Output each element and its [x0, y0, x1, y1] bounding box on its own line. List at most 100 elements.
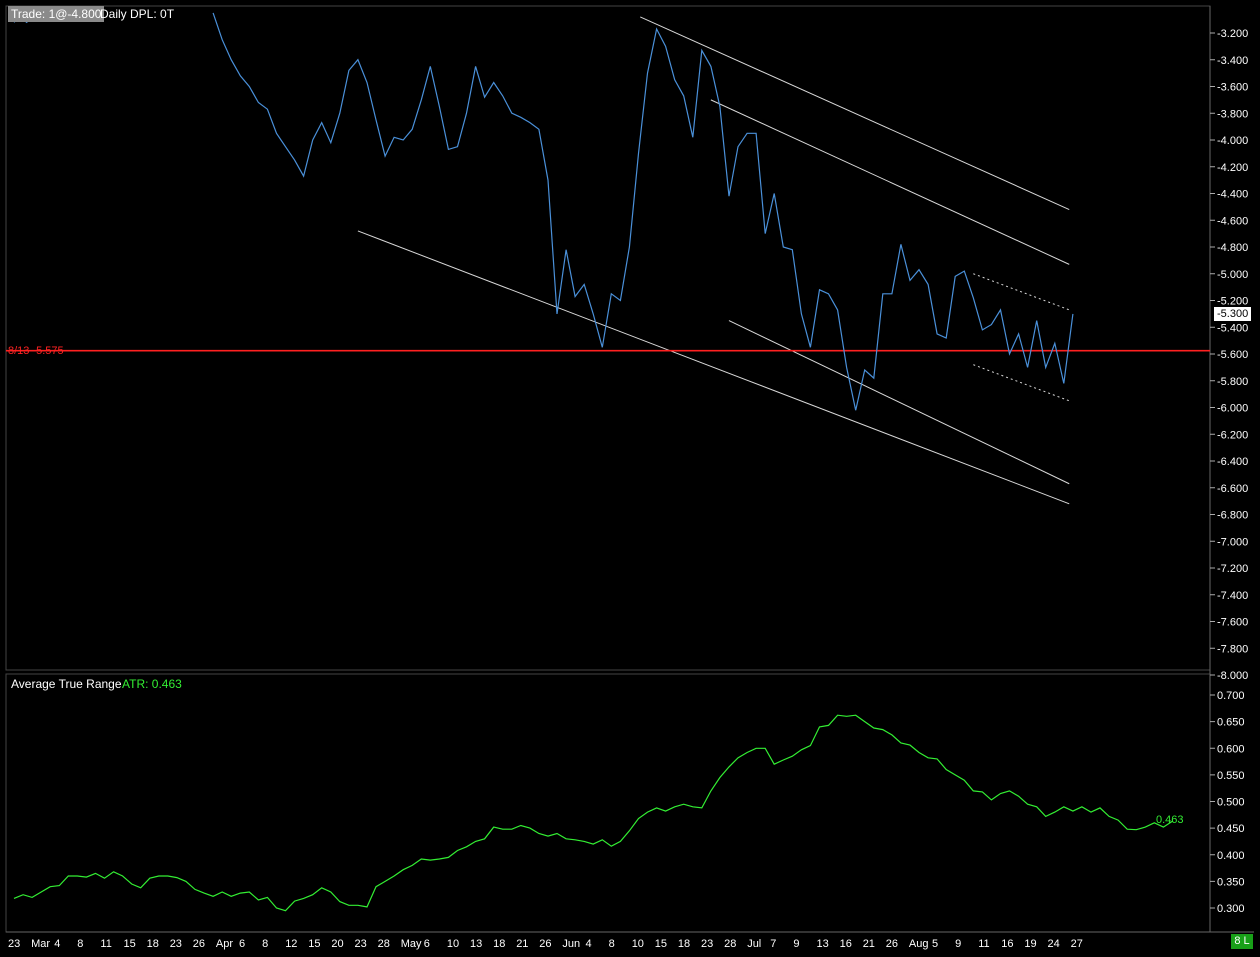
x-axis-label: Aug	[909, 938, 929, 950]
atr-last-value: 0.463	[1156, 814, 1184, 826]
x-axis-label: 27	[1071, 938, 1083, 950]
x-axis-label: 11	[100, 938, 111, 950]
x-axis-label: May	[401, 938, 422, 950]
x-axis-label: 12	[285, 938, 297, 950]
atr-line	[13, 714, 1173, 912]
trend-line	[640, 16, 1070, 211]
trend-line	[728, 320, 1070, 485]
x-axis-label: 4	[54, 938, 60, 950]
x-axis-label: 23	[355, 938, 367, 950]
price-tick-label: -7.600	[1217, 617, 1248, 629]
price-tick-label: -5.800	[1217, 376, 1248, 388]
price-tick-label: -5.400	[1217, 322, 1248, 334]
x-axis-label: 18	[493, 938, 505, 950]
x-axis-label: 8	[77, 938, 83, 950]
price-axis-ticks: -3.200 -3.400 -3.600 -3.800 -4.000 -4.200 -4.4…	[1210, 28, 1248, 682]
x-axis-label: 18	[147, 938, 159, 950]
x-axis-label: 8	[609, 938, 615, 950]
x-axis-labels: 23 Mar 4 8 11 15 18 23 26 Apr 6 8 12 15 20 23 28 May 6 10 13…	[8, 938, 1083, 950]
x-axis-label: 9	[793, 938, 799, 950]
price-tick-label: -6.800	[1217, 510, 1248, 522]
x-axis-label: 4	[586, 938, 592, 950]
x-axis-label: 6	[424, 938, 430, 950]
x-axis-label: 18	[678, 938, 690, 950]
x-axis-label: 10	[632, 938, 644, 950]
atr-indicator-title: Average True Range	[11, 677, 122, 691]
trend-line	[710, 99, 1070, 265]
x-axis-label: 28	[378, 938, 390, 950]
price-tick-label: -5.600	[1217, 349, 1248, 361]
price-tick-label: -5.200	[1217, 296, 1248, 308]
x-axis-label: 7	[770, 938, 776, 950]
price-tick-label: -6.200	[1217, 429, 1248, 441]
x-axis-label: 11	[978, 938, 989, 950]
price-tick-label: -6.600	[1217, 483, 1248, 495]
x-axis-label: 20	[331, 938, 343, 950]
atr-tick-label: 0.300	[1217, 903, 1245, 915]
chart-frame: -3.200 -3.400 -3.600 -3.800 -4.000 -4.200 -4.4…	[5, 5, 1254, 950]
x-axis-label: 16	[1001, 938, 1013, 950]
atr-tick-label: 0.600	[1217, 743, 1245, 755]
x-axis-label: 6	[239, 938, 245, 950]
x-axis-label: 26	[193, 938, 205, 950]
x-axis-label: 13	[817, 938, 829, 950]
price-tick-label: -7.800	[1217, 643, 1248, 655]
x-axis-label: 16	[840, 938, 852, 950]
atr-tick-label: 0.650	[1217, 717, 1245, 729]
x-axis-label: 15	[124, 938, 136, 950]
x-axis-label: 26	[539, 938, 551, 950]
price-tick-label: -4.800	[1217, 242, 1248, 254]
x-axis-label: 23	[8, 938, 20, 950]
price-tick-label: -3.200	[1217, 28, 1248, 40]
atr-tick-label: 0.400	[1217, 850, 1245, 862]
x-axis-label: 9	[955, 938, 961, 950]
price-tick-label: -6.000	[1217, 403, 1248, 415]
atr-series-group	[13, 714, 1173, 912]
corner-status-badge[interactable]: 8 L	[1231, 934, 1253, 949]
x-axis-label: 5	[932, 938, 938, 950]
atr-tick-label: 0.350	[1217, 876, 1245, 888]
price-tick-label: -4.200	[1217, 162, 1248, 174]
chart-header-text: Daily DPL: 0T	[100, 7, 175, 21]
price-panel-border	[5, 5, 1211, 671]
trade-badge[interactable]: Trade: 1@-4.800	[8, 6, 105, 22]
price-tick-label: -4.600	[1217, 215, 1248, 227]
x-axis-label: 24	[1048, 938, 1060, 950]
price-tick-label: -5.000	[1217, 269, 1248, 281]
price-tick-label: -7.200	[1217, 563, 1248, 575]
x-axis-label: Jul	[747, 938, 761, 950]
x-axis-label: 23	[170, 938, 182, 950]
x-axis-label: 8	[262, 938, 268, 950]
x-axis-label: Mar	[31, 938, 50, 950]
price-tick-label: -7.000	[1217, 536, 1248, 548]
price-tick-label: -6.400	[1217, 456, 1248, 468]
atr-tick-label: 0.700	[1217, 690, 1245, 702]
trend-line	[973, 273, 1070, 311]
x-axis-label: 23	[701, 938, 713, 950]
x-axis-label: 26	[886, 938, 898, 950]
price-tick-label: -8.000	[1217, 670, 1248, 682]
price-tick-label: -4.000	[1217, 135, 1248, 147]
reference-line-label: 8/13 -5.575	[8, 345, 64, 357]
atr-tick-label: 0.450	[1217, 823, 1245, 835]
atr-panel-border	[5, 673, 1211, 933]
x-axis-label: 15	[308, 938, 320, 950]
trend-line	[973, 364, 1070, 402]
x-axis-label: 10	[447, 938, 459, 950]
x-axis-label: Apr	[216, 938, 233, 950]
x-axis-label: 21	[863, 938, 875, 950]
last-price-box: -5.300	[1214, 307, 1252, 321]
price-tick-label: -3.600	[1217, 82, 1248, 94]
x-axis-label: 28	[724, 938, 736, 950]
atr-indicator-value: ATR: 0.463	[122, 677, 182, 691]
x-axis-label: 13	[470, 938, 482, 950]
x-axis-label: 19	[1024, 938, 1036, 950]
trend-lines	[357, 16, 1070, 505]
price-tick-label: -3.800	[1217, 108, 1248, 120]
atr-axis-ticks: 0.700 0.650 0.600 0.550 0.500 0.450 0.400 0.350…	[1210, 690, 1245, 915]
atr-tick-label: 0.500	[1217, 797, 1245, 809]
atr-tick-label: 0.550	[1217, 770, 1245, 782]
price-tick-label: -7.400	[1217, 590, 1248, 602]
x-axis-label: Jun	[562, 938, 580, 950]
price-tick-label: -4.400	[1217, 189, 1248, 201]
